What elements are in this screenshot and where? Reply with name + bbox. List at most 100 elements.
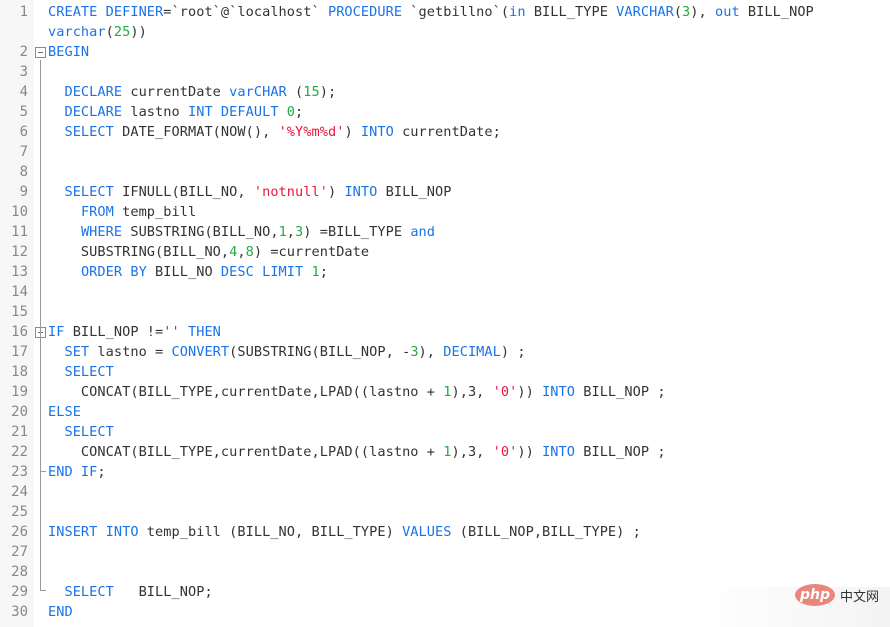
code-line[interactable]: 17 SET lastno = CONVERT(SUBSTRING(BILL_N… [0, 342, 890, 362]
keyword-token: SELECT [64, 364, 114, 380]
text-token: temp_bill [113, 204, 197, 220]
number-token: 15 [303, 84, 320, 100]
keyword-token: ORDER BY [80, 264, 147, 280]
keyword-token: and [410, 224, 436, 240]
text-token: CONCAT(BILL_TYPE,currentDate,LPAD((lastn… [48, 444, 444, 460]
line-number: 22 [11, 444, 28, 460]
line-number: 11 [11, 224, 28, 240]
code-line[interactable]: 24 [0, 482, 890, 502]
keyword-token: DECLARE [64, 84, 123, 100]
text-token: ) =currentDate [253, 244, 370, 260]
code-line[interactable]: 14 [0, 282, 890, 302]
code-line[interactable]: 5 DECLARE lastno INT DEFAULT 0; [0, 102, 890, 122]
code-line[interactable]: 8 [0, 162, 890, 182]
code-text: SELECT DATE_FORMAT(NOW(), '%Y%m%d') INTO… [48, 122, 501, 142]
code-line[interactable]: 19 CONCAT(BILL_TYPE,currentDate,LPAD((la… [0, 382, 890, 402]
code-line[interactable]: 28 [0, 562, 890, 582]
code-line[interactable]: 10 FROM temp_bill [0, 202, 890, 222]
code-text: SELECT [48, 362, 114, 382]
keyword-token: WHERE [80, 224, 123, 240]
code-line[interactable]: 11 WHERE SUBSTRING(BILL_NO,1,3) =BILL_TY… [0, 222, 890, 242]
code-line[interactable]: 4 DECLARE currentDate varCHAR (15); [0, 82, 890, 102]
sql-code-editor[interactable]: 1 CREATE DEFINER=`root`@`localhost` PROCE… [0, 0, 890, 627]
code-line[interactable]: 2 BEGIN [0, 42, 890, 62]
text-token: SUBSTRING(BILL_NO, [122, 224, 279, 240]
line-number: 21 [11, 424, 28, 440]
code-line[interactable]: 3 [0, 62, 890, 82]
code-line[interactable]: 13 ORDER BY BILL_NO DESC LIMIT 1; [0, 262, 890, 282]
code-line[interactable]: 6 SELECT DATE_FORMAT(NOW(), '%Y%m%d') IN… [0, 122, 890, 142]
line-number: 13 [11, 264, 28, 280]
code-line[interactable]: 26 INSERT INTO temp_bill (BILL_NO, BILL_T… [0, 522, 890, 542]
line-number: 15 [11, 304, 28, 320]
number-token: 1 [278, 224, 287, 240]
keyword-token: BEGIN [48, 44, 90, 60]
fold-guide-line [40, 60, 41, 591]
code-text: WHERE SUBSTRING(BILL_NO,1,3) =BILL_TYPE … [48, 222, 435, 242]
text-token: (BILL_NOP,BILL_TYPE) ; [451, 524, 641, 540]
fold-collapse-icon[interactable] [35, 47, 46, 58]
code-text: INSERT INTO temp_bill (BILL_NO, BILL_TYP… [48, 522, 641, 542]
line-number: 30 [11, 604, 28, 620]
text-token: BILL_NO [146, 264, 221, 280]
keyword-token: PROCEDURE [327, 4, 403, 20]
code-text: END IF; [48, 462, 106, 482]
code-text: SET lastno = CONVERT(SUBSTRING(BILL_NOP,… [48, 342, 526, 362]
keyword-token: INTO [542, 444, 575, 460]
text-token: ) [327, 184, 345, 200]
text-token: SUBSTRING(BILL_NO, [48, 244, 230, 260]
line-number: 8 [19, 164, 28, 180]
line-number: 29 [11, 584, 28, 600]
code-line[interactable]: varchar(25)) [0, 22, 890, 42]
code-text: CREATE DEFINER=`root`@`localhost` PROCED… [48, 2, 814, 22]
string-token: '%Y%m%d' [278, 124, 345, 140]
code-line[interactable]: 21 SELECT [0, 422, 890, 442]
keyword-token: DECLARE [64, 104, 123, 120]
code-text: IF BILL_NOP !='' THEN [48, 322, 221, 342]
line-number: 23 [11, 464, 28, 480]
string-token: '' [163, 324, 180, 340]
keyword-token: INSERT INTO [48, 524, 139, 540]
text-token: currentDate; [393, 124, 501, 140]
keyword-token: INTO [542, 384, 575, 400]
line-number: 20 [11, 404, 28, 420]
keyword-token: SELECT [64, 424, 114, 440]
keyword-token: VARCHAR [616, 4, 674, 20]
keyword-token: INTO [344, 184, 378, 200]
code-line[interactable]: 22 CONCAT(BILL_TYPE,currentDate,LPAD((la… [0, 442, 890, 462]
code-line[interactable]: 18 SELECT [0, 362, 890, 382]
code-line[interactable]: 23 END IF; [0, 462, 890, 482]
code-text: varchar(25)) [48, 22, 147, 42]
text-token: ); [319, 84, 337, 100]
keyword-token: DECIMAL [443, 344, 501, 360]
code-line[interactable]: 20 ELSE [0, 402, 890, 422]
line-number: 27 [11, 544, 28, 560]
text-token: , [237, 244, 246, 260]
text-token: )) [517, 444, 543, 460]
code-line[interactable]: 7 [0, 142, 890, 162]
text-token: ( [286, 84, 304, 100]
code-line[interactable]: 15 [0, 302, 890, 322]
keyword-token: FROM [80, 204, 114, 220]
code-line[interactable]: 16 IF BILL_NOP !='' THEN [0, 322, 890, 342]
keyword-token: INTO [360, 124, 394, 140]
number-token: 8 [245, 244, 254, 260]
number-token: 1 [311, 264, 320, 280]
text-token: DATE_FORMAT(NOW(), [113, 124, 279, 140]
code-line[interactable]: 27 [0, 542, 890, 562]
line-number: 24 [11, 484, 28, 500]
keyword-token: INT DEFAULT [187, 104, 279, 120]
fold-corner-marker [40, 590, 46, 591]
code-line[interactable]: 25 [0, 502, 890, 522]
code-line[interactable]: 12 SUBSTRING(BILL_NO,4,8) =currentDate [0, 242, 890, 262]
code-line[interactable]: 9 SELECT IFNULL(BILL_NO, 'notnull') INTO… [0, 182, 890, 202]
text-token: BILL_TYPE [525, 4, 617, 20]
keyword-token: SELECT [64, 124, 114, 140]
keyword-token: in [509, 4, 526, 20]
code-text: ORDER BY BILL_NO DESC LIMIT 1; [48, 262, 328, 282]
code-line[interactable]: 1 CREATE DEFINER=`root`@`localhost` PROCE… [0, 2, 890, 22]
